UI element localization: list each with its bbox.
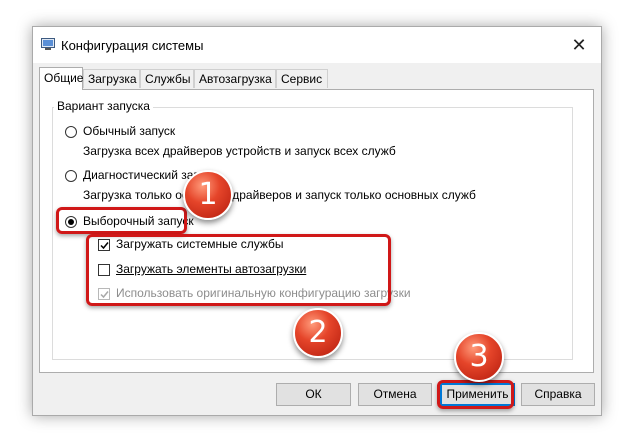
normal-startup-radio[interactable] [65,126,77,138]
tab-boot[interactable]: Загрузка [83,69,140,88]
step-1-badge: 1 [183,170,233,220]
cancel-button[interactable]: Отмена [358,383,432,406]
tab-services[interactable]: Службы [140,69,194,88]
step-3-badge: 3 [454,332,504,382]
normal-startup-description: Загрузка всех драйверов устройств и запу… [83,144,396,158]
ok-button[interactable]: ОК [276,383,351,406]
checkbox-group-highlight [86,234,391,306]
help-button[interactable]: Справка [521,383,595,406]
tab-label: Общие [44,71,84,85]
close-icon: ✕ [571,35,587,55]
tab-label: Автозагрузка [199,72,272,86]
tab-general[interactable]: Общие [39,67,83,90]
tab-label: Загрузка [88,72,137,86]
title-bar: Конфигурация системы ✕ [33,27,601,63]
window-title: Конфигурация системы [61,38,204,53]
tab-label: Сервис [281,72,323,86]
normal-startup-label[interactable]: Обычный запуск [83,124,175,138]
tab-startup[interactable]: Автозагрузка [194,69,276,88]
close-button[interactable]: ✕ [557,27,601,63]
diagnostic-startup-radio[interactable] [65,170,77,182]
step-2-badge: 2 [293,308,343,358]
apply-button-highlight [437,380,514,409]
diagnostic-startup-description: Загрузка только основных драйверов и зап… [83,188,476,202]
tab-tools[interactable]: Сервис [276,69,328,88]
msconfig-app-icon [41,38,55,50]
tab-label: Службы [145,72,191,86]
selective-startup-highlight [56,207,187,234]
group-title: Вариант запуска [54,99,153,113]
